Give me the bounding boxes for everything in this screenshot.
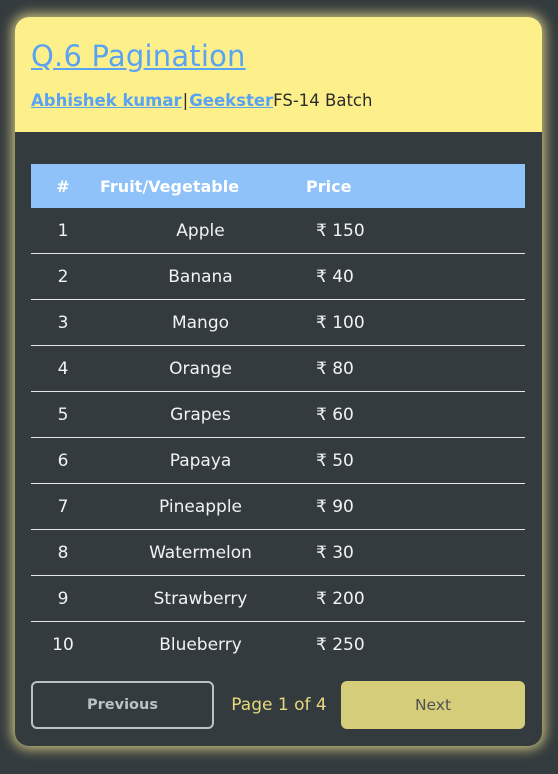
page-indicator: Page 1 of 4: [231, 695, 327, 715]
row-price: ₹ 250: [316, 634, 365, 655]
row-price: ₹ 40: [306, 253, 525, 300]
table-row: 1 Apple ₹ 150: [31, 208, 525, 254]
column-header-name: Fruit/Vegetable: [100, 176, 240, 196]
byline-separator: |: [182, 91, 189, 110]
row-name: Apple: [95, 208, 306, 254]
row-price: ₹ 80: [306, 345, 525, 392]
card-header: Q.6 Pagination Abhishek kumar|GeeksterFS…: [15, 17, 542, 132]
row-price: ₹ 90: [306, 483, 525, 530]
table-row: 8 Watermelon ₹ 30: [31, 529, 525, 576]
row-name: Strawberry: [95, 575, 306, 622]
table-row: 3 Mango ₹ 100: [31, 299, 525, 346]
table-row: 6 Papaya ₹ 50: [31, 437, 525, 484]
table-row: 2 Banana ₹ 40: [31, 253, 525, 300]
row-name: Blueberry: [159, 634, 242, 655]
row-number: 10: [52, 634, 74, 655]
row-price: ₹ 30: [306, 529, 525, 576]
page-title[interactable]: Q.6 Pagination: [31, 39, 246, 73]
column-header-price: Price: [306, 176, 352, 196]
row-price: ₹ 60: [306, 391, 525, 438]
row-number: 7: [31, 483, 95, 530]
row-number: 4: [31, 345, 95, 392]
row-price: ₹ 100: [306, 299, 525, 346]
row-name: Banana: [95, 253, 306, 300]
batch-label: FS-14 Batch: [273, 91, 373, 110]
table-row: 10 Blueberry ₹ 250: [31, 622, 525, 668]
fruit-table: # Fruit/Vegetable Price 1 Apple ₹ 150 2 …: [31, 164, 525, 667]
row-number: 2: [31, 253, 95, 300]
row-name: Papaya: [95, 437, 306, 484]
row-number: 8: [31, 529, 95, 576]
table-row: 5 Grapes ₹ 60: [31, 391, 525, 438]
row-number: 6: [31, 437, 95, 484]
row-number: 3: [31, 299, 95, 346]
geekster-link[interactable]: Geekster: [189, 91, 273, 110]
row-number: 5: [31, 391, 95, 438]
row-price: ₹ 150: [306, 208, 525, 254]
row-number: 1: [31, 208, 95, 254]
row-name: Watermelon: [95, 529, 306, 576]
row-name: Grapes: [95, 391, 306, 438]
previous-button[interactable]: Previous: [31, 681, 214, 729]
next-button[interactable]: Next: [341, 681, 525, 729]
table-row: 7 Pineapple ₹ 90: [31, 483, 525, 530]
table-row: 4 Orange ₹ 80: [31, 345, 525, 392]
table-header-row: # Fruit/Vegetable Price: [31, 164, 525, 208]
table-row: 9 Strawberry ₹ 200: [31, 575, 525, 622]
row-name: Orange: [95, 345, 306, 392]
row-name: Mango: [95, 299, 306, 346]
pagination-card: Q.6 Pagination Abhishek kumar|GeeksterFS…: [15, 17, 542, 746]
column-header-number: #: [56, 176, 70, 196]
row-name: Pineapple: [95, 483, 306, 530]
row-price: ₹ 200: [306, 575, 525, 622]
author-link[interactable]: Abhishek kumar: [31, 91, 182, 110]
row-number: 9: [31, 575, 95, 622]
byline: Abhishek kumar|GeeksterFS-14 Batch: [31, 91, 372, 110]
row-price: ₹ 50: [306, 437, 525, 484]
pagination-controls: Previous Page 1 of 4 Next: [31, 681, 525, 729]
